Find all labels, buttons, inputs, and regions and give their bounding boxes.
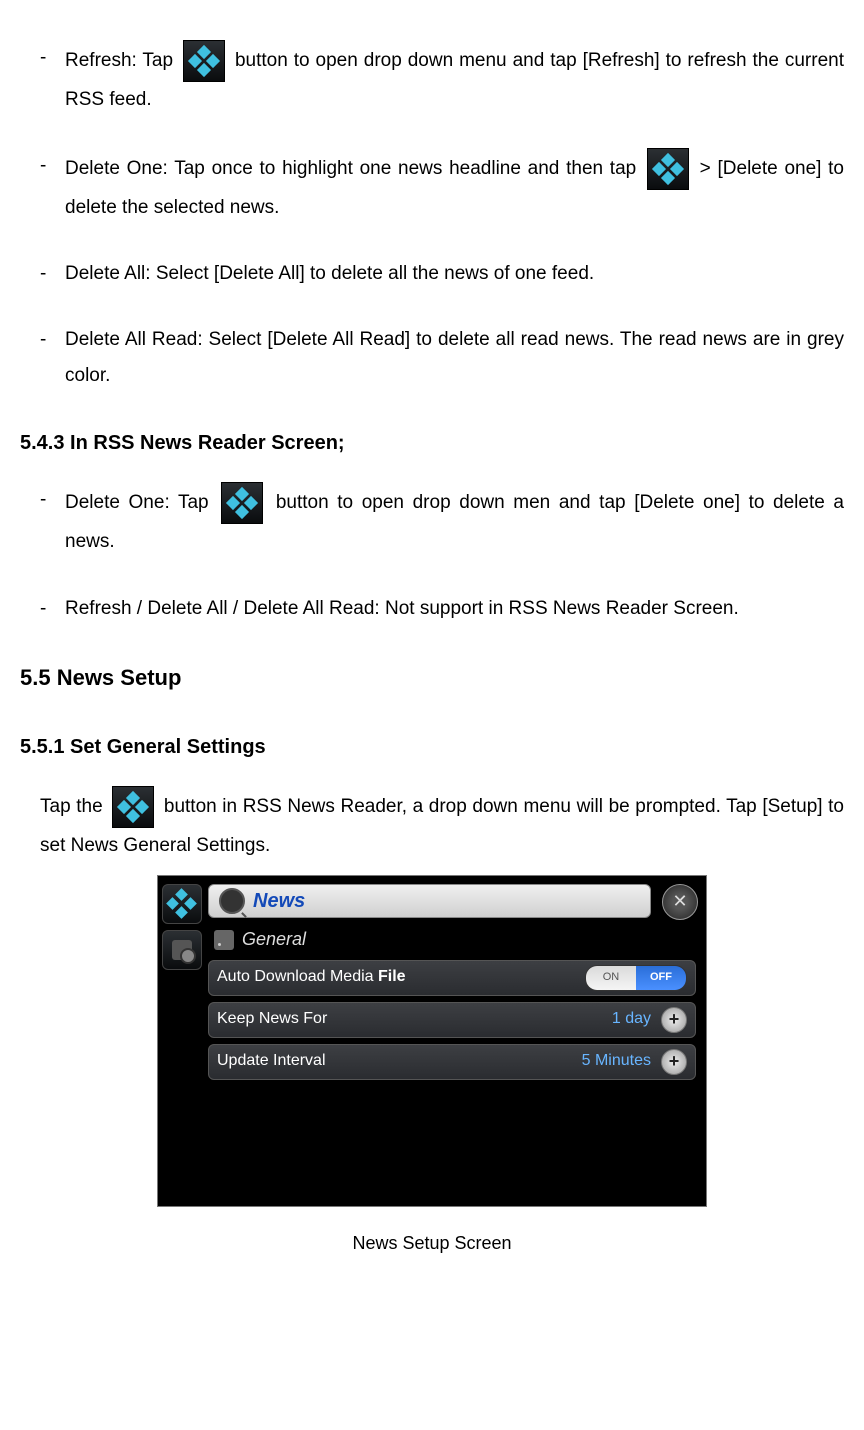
row-auto-download: Auto Download Media File ON OFF bbox=[208, 960, 696, 996]
row-update-interval[interactable]: Update Interval 5 Minutes + bbox=[208, 1044, 696, 1080]
toggle-on-label: ON bbox=[586, 966, 636, 990]
bullet-dash: - bbox=[40, 40, 65, 118]
menu-diamond-icon[interactable] bbox=[162, 884, 202, 924]
expand-button[interactable]: + bbox=[661, 1049, 687, 1075]
news-setup-screenshot: News ✕ General Auto Download Media File … bbox=[157, 875, 707, 1207]
row-value: 5 Minutes bbox=[582, 1046, 651, 1076]
list-item-content: Delete One: Tap button to open drop down… bbox=[65, 482, 844, 560]
text: button to open bbox=[235, 50, 364, 71]
list-item-delete-all: - Delete All: Select [Delete All] to del… bbox=[40, 256, 844, 292]
row-label: Auto Download Media File bbox=[217, 962, 406, 992]
title-text: News bbox=[253, 882, 305, 920]
heading-551: 5.5.1 Set General Settings bbox=[20, 728, 844, 766]
text: Tap the bbox=[40, 796, 108, 817]
figure-caption: News Setup Screen bbox=[20, 1226, 844, 1260]
section-title: General bbox=[242, 922, 306, 956]
rss-icon bbox=[214, 930, 234, 950]
menu-diamond-icon bbox=[183, 40, 225, 82]
text: > bbox=[693, 158, 718, 179]
text: Delete One: Tap bbox=[65, 492, 217, 513]
bullet-dash: - bbox=[40, 482, 65, 560]
heading-543: 5.4.3 In RSS News Reader Screen; bbox=[20, 424, 844, 462]
bullet-dash: - bbox=[40, 256, 65, 292]
list-item-content: Refresh: Tap button to open drop down me… bbox=[65, 40, 844, 118]
text: button to open bbox=[276, 492, 413, 513]
menu-diamond-icon bbox=[647, 148, 689, 190]
list-item-delete-one: - Delete One: Tap once to highlight one … bbox=[40, 148, 844, 226]
row-keep-news-for[interactable]: Keep News For 1 day + bbox=[208, 1002, 696, 1038]
list-item-content: Delete One: Tap once to highlight one ne… bbox=[65, 148, 844, 226]
text: drop down men bbox=[413, 492, 551, 513]
expand-button[interactable]: + bbox=[661, 1007, 687, 1033]
section-header-general: General bbox=[208, 924, 696, 956]
text: Refresh: Tap bbox=[65, 50, 179, 71]
text: Auto Download Media bbox=[217, 968, 378, 985]
search-icon bbox=[219, 888, 245, 914]
row-label: Keep News For bbox=[217, 1004, 327, 1034]
bullet-dash: - bbox=[40, 591, 65, 627]
list-item-not-support: - Refresh / Delete All / Delete All Read… bbox=[40, 591, 844, 627]
row-label: Update Interval bbox=[217, 1046, 326, 1076]
list-item-content: Refresh / Delete All / Delete All Read: … bbox=[65, 591, 844, 627]
list-item-refresh: - Refresh: Tap button to open drop down … bbox=[40, 40, 844, 118]
menu-diamond-icon bbox=[112, 786, 154, 828]
text: button in RSS News Reader, a drop down m… bbox=[40, 796, 844, 856]
text: drop down menu bbox=[364, 50, 507, 71]
paragraph-setup-intro: Tap the button in RSS News Reader, a dro… bbox=[40, 786, 844, 864]
menu-diamond-icon bbox=[221, 482, 263, 524]
list-item-content: Delete All: Select [Delete All] to delet… bbox=[65, 256, 844, 292]
list-item-content: Delete All Read: Select [Delete All Read… bbox=[65, 322, 844, 394]
title-bar: News bbox=[208, 884, 651, 918]
toggle-auto-download[interactable]: ON OFF bbox=[585, 965, 687, 991]
toggle-off-label: OFF bbox=[636, 966, 686, 990]
bullet-dash: - bbox=[40, 322, 65, 394]
close-button[interactable]: ✕ bbox=[662, 884, 698, 920]
plus-icon: + bbox=[669, 1044, 680, 1078]
text: File bbox=[378, 968, 406, 985]
close-icon: ✕ bbox=[672, 884, 687, 918]
plus-icon: + bbox=[669, 1002, 680, 1036]
row-value: 1 day bbox=[612, 1004, 651, 1034]
text: Delete One: Tap once to highlight one ne… bbox=[65, 158, 643, 179]
bullet-dash: - bbox=[40, 148, 65, 226]
list-item-delete-one-reader: - Delete One: Tap button to open drop do… bbox=[40, 482, 844, 560]
rss-settings-icon[interactable] bbox=[162, 930, 202, 970]
list-item-delete-all-read: - Delete All Read: Select [Delete All Re… bbox=[40, 322, 844, 394]
heading-55: 5.5 News Setup bbox=[20, 657, 844, 699]
